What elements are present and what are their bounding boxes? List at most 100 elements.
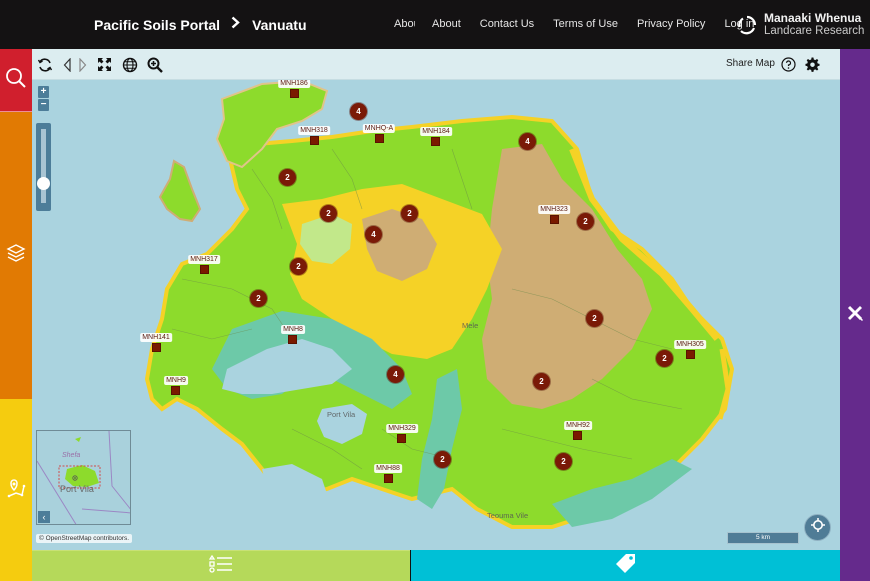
site-label: MNH318 bbox=[298, 126, 330, 135]
cluster-marker[interactable]: 2 bbox=[533, 373, 550, 390]
brand-line2: Landcare Research bbox=[764, 25, 865, 37]
app: Pacific Soils Portal Vanuatu About About… bbox=[0, 0, 870, 581]
cluster-marker[interactable]: 2 bbox=[250, 290, 267, 307]
layers-panel-button[interactable] bbox=[0, 112, 32, 399]
cluster-marker[interactable]: 2 bbox=[434, 451, 451, 468]
legend-panel-button[interactable] bbox=[32, 550, 410, 581]
search-icon bbox=[5, 67, 27, 94]
zoom-slider-handle[interactable] bbox=[37, 176, 50, 190]
tag-icon bbox=[615, 552, 637, 579]
site-label: MNH186 bbox=[278, 79, 310, 88]
site-square[interactable] bbox=[200, 265, 209, 274]
site-square[interactable] bbox=[152, 343, 161, 352]
crosshair-icon bbox=[810, 517, 826, 538]
cluster-marker[interactable]: 2 bbox=[555, 453, 572, 470]
brand-text: Manaaki Whenua Landcare Research bbox=[764, 12, 864, 38]
site-label: MNHQ-A bbox=[362, 124, 396, 133]
layers-icon bbox=[6, 243, 26, 268]
place-label-mele: Mele bbox=[462, 321, 479, 330]
nav-about-truncated[interactable]: About bbox=[394, 18, 415, 30]
cluster-marker[interactable]: 2 bbox=[320, 205, 337, 222]
locate-me-button[interactable] bbox=[804, 514, 831, 541]
cluster-marker[interactable]: 4 bbox=[350, 103, 367, 120]
gear-icon[interactable] bbox=[803, 55, 821, 74]
globe-icon[interactable] bbox=[121, 55, 139, 74]
tag-panel-button[interactable] bbox=[411, 550, 840, 581]
fullscreen-icon[interactable] bbox=[95, 55, 113, 74]
site-label: MNH92 bbox=[564, 421, 592, 430]
place-label-port-vila: Port Vila bbox=[327, 410, 356, 419]
site-square[interactable] bbox=[171, 386, 180, 395]
zoom-in-button[interactable]: + bbox=[38, 86, 49, 98]
search-panel-button[interactable] bbox=[0, 49, 32, 112]
breadcrumb: Pacific Soils Portal Vanuatu bbox=[94, 16, 307, 34]
cluster-marker[interactable]: 2 bbox=[656, 350, 673, 367]
header: Pacific Soils Portal Vanuatu About About… bbox=[0, 0, 870, 49]
site-square[interactable] bbox=[397, 434, 406, 443]
site-square[interactable] bbox=[288, 335, 297, 344]
zoom-slider[interactable] bbox=[36, 123, 51, 211]
site-square[interactable] bbox=[431, 137, 440, 146]
breadcrumb-portal[interactable]: Pacific Soils Portal bbox=[94, 17, 220, 33]
site-label: MNH8 bbox=[281, 325, 305, 334]
soil-polygon-islet bbox=[158, 159, 202, 223]
share-map-button[interactable]: Share Map bbox=[726, 58, 775, 69]
site-square[interactable] bbox=[384, 474, 393, 483]
forward-icon[interactable] bbox=[77, 55, 89, 74]
chevron-right-icon bbox=[231, 16, 240, 34]
left-rail bbox=[0, 49, 32, 581]
cluster-marker[interactable]: 4 bbox=[519, 133, 536, 150]
zoom-in-icon[interactable] bbox=[146, 55, 164, 74]
nav-privacy-policy[interactable]: Privacy Policy bbox=[637, 18, 705, 30]
site-label: MNH141 bbox=[140, 333, 172, 342]
site-square[interactable] bbox=[310, 136, 319, 145]
site-label: MNH305 bbox=[674, 340, 706, 349]
map-canvas[interactable]: Port Vila Mele Teouma Vile MNH186 MNH318… bbox=[32, 49, 840, 550]
site-label: MNH317 bbox=[188, 255, 220, 264]
map-attribution[interactable]: © OpenStreetMap contributors. bbox=[36, 534, 133, 543]
brand-line1: Manaaki Whenua bbox=[764, 11, 862, 25]
nav-terms-of-use[interactable]: Terms of Use bbox=[553, 18, 618, 30]
cluster-marker[interactable]: 2 bbox=[586, 310, 603, 327]
top-nav: About About Contact Us Terms of Use Priv… bbox=[394, 18, 773, 30]
back-icon[interactable] bbox=[61, 55, 73, 74]
breadcrumb-region: Vanuatu bbox=[252, 17, 307, 33]
route-panel-button[interactable] bbox=[0, 399, 32, 581]
scale-bar: 5 km bbox=[727, 532, 799, 544]
site-square[interactable] bbox=[686, 350, 695, 359]
overview-map-graphic bbox=[37, 431, 130, 524]
overview-label-port-vila: Port Vila bbox=[60, 484, 94, 494]
site-square[interactable] bbox=[375, 134, 384, 143]
zoom-out-button[interactable]: − bbox=[38, 99, 49, 111]
soil-map-layer bbox=[144, 79, 752, 539]
question-icon[interactable] bbox=[779, 55, 797, 74]
site-square[interactable] bbox=[290, 89, 299, 98]
ruler-pencil-icon bbox=[846, 304, 864, 327]
overview-collapse-button[interactable]: ‹ bbox=[38, 511, 50, 523]
zoom-slider-track bbox=[41, 129, 46, 203]
nav-about[interactable]: About bbox=[432, 18, 461, 30]
cluster-marker[interactable]: 2 bbox=[279, 169, 296, 186]
overview-map[interactable]: Shefa Port Vila ‹ bbox=[36, 430, 131, 525]
refresh-icon[interactable] bbox=[36, 55, 54, 74]
map-toolbar: Share Map bbox=[32, 49, 840, 80]
cluster-marker[interactable]: 2 bbox=[577, 213, 594, 230]
cluster-marker[interactable]: 4 bbox=[387, 366, 404, 383]
overview-label-shefa: Shefa bbox=[62, 452, 81, 459]
site-label: MNH329 bbox=[386, 424, 418, 433]
site-square[interactable] bbox=[550, 215, 559, 224]
place-label-teouma: Teouma Vile bbox=[487, 511, 529, 520]
cluster-marker[interactable]: 2 bbox=[290, 258, 307, 275]
legend-list-icon bbox=[208, 554, 233, 578]
site-label: MNH184 bbox=[420, 127, 452, 136]
cluster-marker[interactable]: 4 bbox=[365, 226, 382, 243]
map-route-pin-icon bbox=[6, 478, 26, 503]
cluster-marker[interactable]: 2 bbox=[401, 205, 418, 222]
measure-panel-button[interactable] bbox=[840, 49, 870, 581]
site-label: MNH88 bbox=[374, 464, 402, 473]
site-square[interactable] bbox=[573, 431, 582, 440]
brand-logo[interactable]: Manaaki Whenua Landcare Research bbox=[737, 12, 864, 38]
site-label: MNH323 bbox=[538, 205, 570, 214]
site-label: MNH9 bbox=[164, 376, 188, 385]
nav-contact-us[interactable]: Contact Us bbox=[480, 18, 534, 30]
